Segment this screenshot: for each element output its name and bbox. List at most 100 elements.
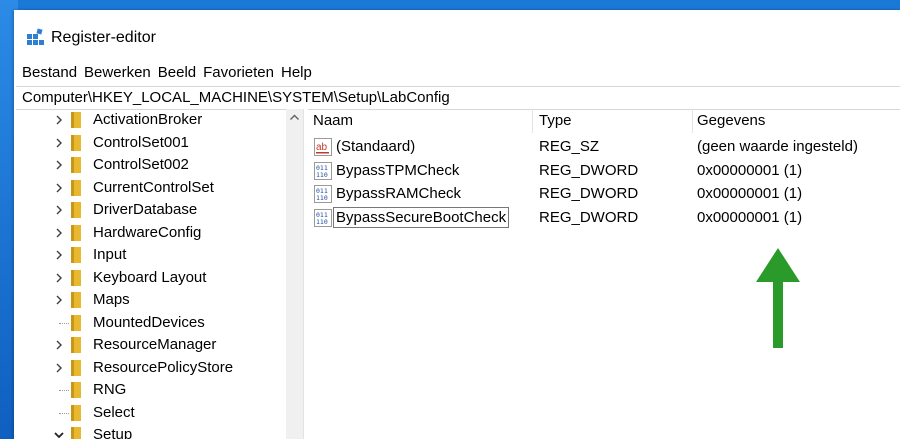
menu-bar: Bestand Bewerken Beeld Favorieten Help: [14, 60, 900, 86]
folder-icon: [71, 427, 81, 439]
menu-help[interactable]: Help: [281, 63, 312, 83]
scroll-up-icon[interactable]: [289, 112, 300, 123]
column-divider[interactable]: [692, 109, 693, 133]
svg-text:110: 110: [316, 218, 328, 226]
menu-bewerken[interactable]: Bewerken: [84, 63, 151, 83]
tree-item-resourcepolicystore[interactable]: ResourcePolicyStore: [14, 357, 286, 379]
tree-item-keyboard-layout[interactable]: Keyboard Layout: [14, 267, 286, 289]
tree-item-label: DriverDatabase: [93, 201, 198, 218]
column-header-data[interactable]: Gegevens: [697, 109, 765, 133]
chevron-right-icon[interactable]: [52, 248, 66, 262]
address-bar[interactable]: Computer\HKEY_LOCAL_MACHINE\SYSTEM\Setup…: [16, 86, 900, 110]
folder-icon: [71, 134, 81, 151]
tree-item-label: Keyboard Layout: [93, 268, 207, 286]
value-name[interactable]: (Standaard): [336, 137, 415, 156]
folder-icon: [71, 337, 81, 353]
tree-item-activationbroker[interactable]: ActivationBroker: [14, 109, 286, 131]
value-name[interactable]: BypassTPMCheck: [336, 161, 459, 180]
folder-icon: [71, 269, 81, 286]
svg-text:ab: ab: [316, 142, 328, 153]
binary-value-icon: 011110: [314, 185, 332, 203]
values-list: Naam Type Gegevens ab (Standaard) REG_SZ (g…: [308, 109, 900, 439]
string-value-icon: ab: [314, 138, 332, 156]
svg-text:110: 110: [316, 171, 328, 179]
value-data: 0x00000001 (1): [697, 185, 803, 202]
chevron-right-icon[interactable]: [52, 136, 66, 150]
tree-item-mounteddevices[interactable]: MountedDevices: [14, 312, 286, 334]
value-data: 0x00000001 (1): [697, 161, 803, 179]
value-row[interactable]: ab (Standaard) REG_SZ (geen waarde ingestel…: [308, 135, 900, 158]
tree-item-currentcontrolset[interactable]: CurrentControlSet: [14, 177, 286, 199]
key-tree: ActivationBroker ControlSet001 ControlSet0…: [14, 109, 286, 439]
menu-favorieten[interactable]: Favorieten: [203, 63, 274, 83]
value-type: REG_DWORD: [539, 208, 639, 226]
tree-item-label: ResourceManager: [93, 336, 217, 353]
tree-scrollbar[interactable]: [286, 109, 303, 439]
chevron-right-icon[interactable]: [52, 181, 66, 195]
tree-item-label: Maps: [93, 291, 130, 308]
tree-connector: [59, 322, 69, 324]
tree-item-controlset002[interactable]: ControlSet002: [14, 154, 286, 176]
column-header-type[interactable]: Type: [539, 109, 572, 133]
chevron-right-icon[interactable]: [52, 113, 66, 127]
tree-item-label: ControlSet002: [93, 156, 189, 173]
chevron-right-icon[interactable]: [52, 338, 66, 352]
green-arrow-annotation: [756, 248, 800, 348]
tree-item-maps[interactable]: Maps: [14, 289, 286, 311]
value-type: REG_DWORD: [539, 185, 639, 202]
column-divider[interactable]: [532, 109, 533, 133]
window-title: Register-editor: [51, 29, 156, 46]
tree-item-label: HardwareConfig: [93, 223, 202, 241]
value-type: REG_DWORD: [539, 161, 639, 179]
svg-text:110: 110: [316, 194, 328, 202]
tree-item-setup[interactable]: Setup: [14, 424, 286, 439]
chevron-right-icon[interactable]: [52, 158, 66, 172]
tree-item-label: MountedDevices: [93, 313, 205, 331]
tree-item-label: ResourcePolicyStore: [93, 358, 234, 376]
value-data: (geen waarde ingesteld): [697, 138, 858, 155]
tree-connector: [59, 390, 69, 391]
chevron-down-icon[interactable]: [52, 428, 66, 439]
tree-item-label: CurrentControlSet: [93, 178, 214, 196]
tree-item-label: Select: [93, 403, 135, 421]
tree-item-driverdatabase[interactable]: DriverDatabase: [14, 199, 286, 221]
chevron-right-icon[interactable]: [52, 293, 66, 307]
folder-icon: [71, 179, 81, 196]
title-bar[interactable]: Register-editor: [14, 10, 900, 60]
folder-icon: [71, 157, 81, 173]
chevron-right-icon[interactable]: [52, 226, 66, 240]
column-header-name[interactable]: Naam: [313, 109, 353, 133]
folder-icon: [71, 359, 81, 376]
binary-value-icon: 011110: [314, 208, 332, 227]
value-type: REG_SZ: [539, 138, 600, 155]
registry-editor-window: Register-editor Bestand Bewerken Beeld Favo…: [14, 10, 900, 439]
folder-icon: [71, 314, 81, 331]
tree-connector: [59, 412, 69, 414]
menu-bestand[interactable]: Bestand: [22, 63, 77, 83]
folder-icon: [71, 404, 81, 421]
tree-item-select[interactable]: Select: [14, 402, 286, 424]
tree-item-label: RNG: [93, 381, 127, 398]
value-row[interactable]: 011 110 BypassTPMCheck REG_DWORD 0x00000001 …: [308, 159, 900, 182]
value-row[interactable]: 011 110 BypassSecureBootCheck REG_DWORD 0x00…: [308, 206, 900, 229]
tree-item-rng[interactable]: RNG: [14, 379, 286, 401]
chevron-right-icon[interactable]: [52, 271, 66, 285]
folder-icon: [71, 112, 81, 128]
registry-editor-icon: [26, 28, 45, 47]
chevron-right-icon[interactable]: [52, 203, 66, 217]
tree-item-resourcemanager[interactable]: ResourceManager: [14, 334, 286, 356]
tree-item-hardwareconfig[interactable]: HardwareConfig: [14, 222, 286, 244]
value-row[interactable]: 011 110 BypassRAMCheck REG_DWORD 0x00000001 …: [308, 182, 900, 205]
tree-item-label: ControlSet001: [93, 133, 189, 151]
tree-item-label: ActivationBroker: [93, 111, 203, 128]
folder-icon: [71, 247, 81, 263]
tree-item-input[interactable]: Input: [14, 244, 286, 266]
folder-icon: [71, 202, 81, 218]
value-data: 0x00000001 (1): [697, 208, 803, 226]
tree-item-controlset001[interactable]: ControlSet001: [14, 132, 286, 154]
folder-icon: [71, 292, 81, 308]
chevron-right-icon[interactable]: [52, 361, 66, 375]
value-name[interactable]: BypassRAMCheck: [336, 184, 461, 203]
value-name[interactable]: BypassSecureBootCheck: [333, 206, 510, 228]
menu-beeld[interactable]: Beeld: [158, 63, 196, 83]
